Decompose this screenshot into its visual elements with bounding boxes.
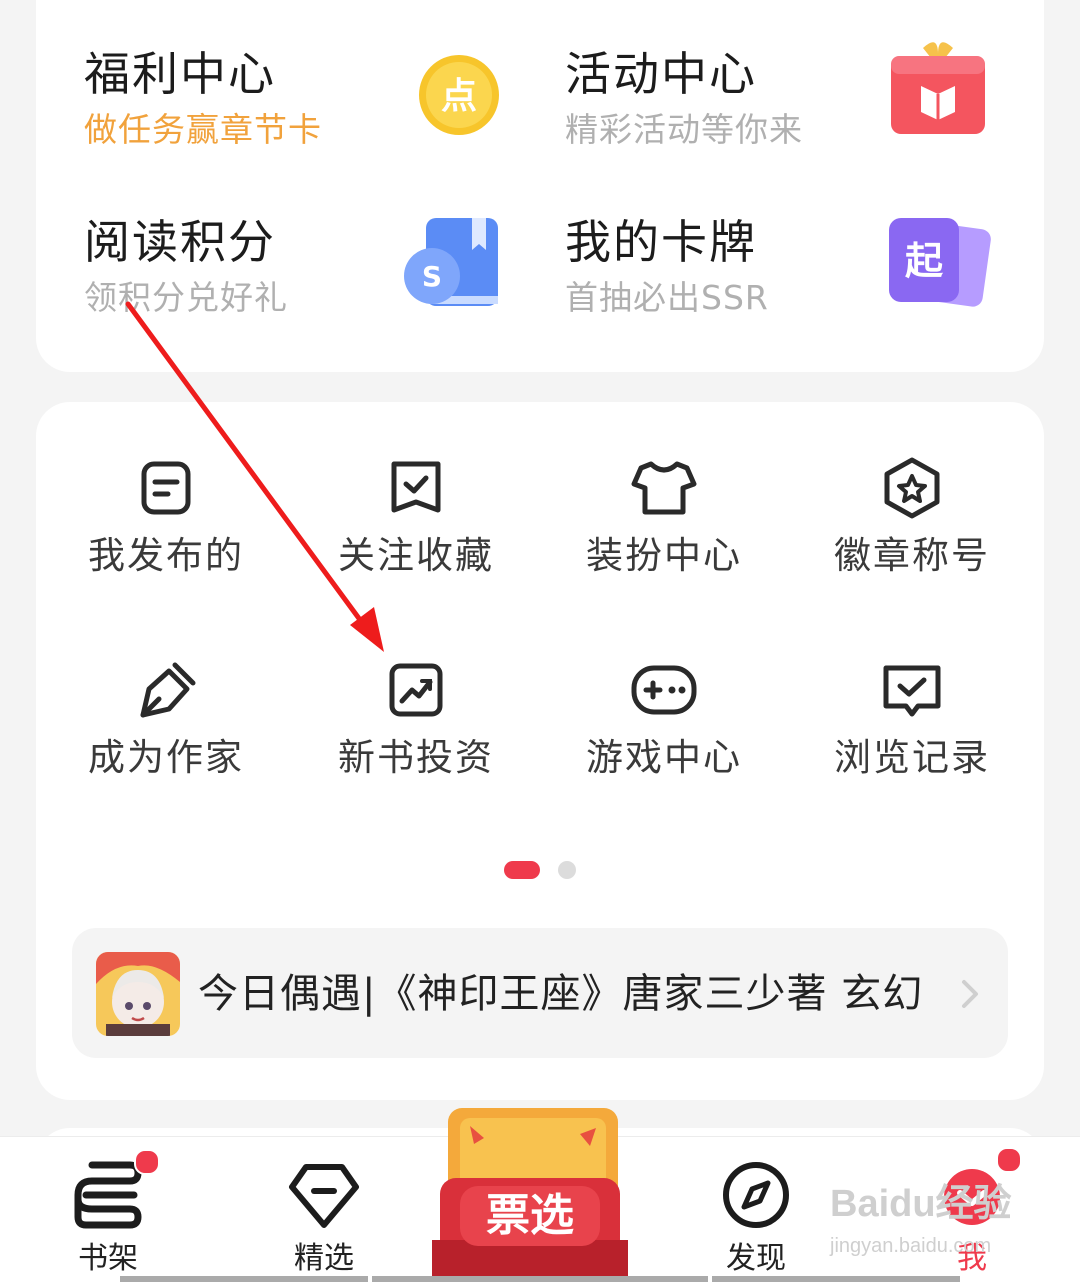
trend-chart-icon: [380, 654, 452, 726]
activity-center-entry[interactable]: 活动中心 精彩活动等你来: [565, 42, 1045, 164]
page-dot-active: [504, 861, 540, 879]
grid-label: 浏览记录: [834, 736, 990, 779]
card-glyph: 起: [905, 239, 944, 283]
bottom-edge-bar: [120, 1276, 368, 1282]
tab-label: 书架: [78, 1241, 138, 1276]
activity-center-title: 活动中心: [565, 47, 757, 101]
grid-item-badges[interactable]: 徽章称号: [792, 452, 1032, 592]
compass-icon: [723, 1162, 789, 1228]
grid-label: 关注收藏: [338, 534, 494, 577]
tab-label: 发现: [726, 1241, 786, 1276]
my-cards-title: 我的卡牌: [565, 215, 757, 269]
my-cards-subtitle: 首抽必出SSR: [565, 278, 769, 317]
baidu-watermark: Baidu经验 jingyan.baidu.com: [830, 1182, 1040, 1272]
grid-item-new-book-investment[interactable]: 新书投资: [296, 654, 536, 794]
page-dot: [558, 861, 576, 879]
grid-item-my-posts[interactable]: 我发布的: [46, 452, 286, 592]
grid-item-history[interactable]: 浏览记录: [792, 654, 1032, 794]
activity-center-subtitle: 精彩活动等你来: [565, 110, 803, 149]
bookshelf-badge: [134, 1149, 160, 1175]
grid-item-game-center[interactable]: 游戏中心: [544, 654, 784, 794]
coin-letter: S: [422, 260, 442, 293]
book-coin-icon: S: [404, 218, 498, 306]
grid-label: 徽章称号: [834, 534, 990, 577]
welfare-center-title: 福利中心: [84, 47, 276, 101]
anime-avatar: [96, 952, 180, 1036]
diamond-icon: [289, 1164, 359, 1228]
daily-recommendation-banner[interactable]: 今日偶遇|《神印王座》唐家三少著 玄幻: [72, 928, 1008, 1058]
my-cards-entry[interactable]: 我的卡牌 首抽必出SSR 起: [565, 212, 1045, 332]
grid-label: 装扮中心: [586, 534, 742, 577]
reading-points-entry[interactable]: 阅读积分 领积分兑好礼 S: [84, 212, 564, 332]
tab-discover[interactable]: 发现: [666, 1137, 846, 1283]
tab-featured[interactable]: 精选: [234, 1137, 414, 1283]
badge-star-icon: [876, 452, 948, 524]
grid-item-dressup[interactable]: 装扮中心: [544, 452, 784, 592]
grid-label: 新书投资: [338, 736, 494, 779]
page-indicator: [504, 861, 604, 881]
document-icon: [130, 452, 202, 524]
welfare-center-entry[interactable]: 福利中心 做任务赢章节卡 点: [84, 44, 564, 164]
grid-label: 游戏中心: [586, 736, 742, 779]
grid-label: 我发布的: [88, 534, 244, 577]
grid-item-favorites[interactable]: 关注收藏: [296, 452, 536, 592]
me-badge: [996, 1147, 1022, 1173]
grid-item-become-author[interactable]: 成为作家: [46, 654, 286, 794]
gold-coin-icon: 点: [419, 55, 499, 135]
bottom-edge-bar: [372, 1276, 708, 1282]
gamepad-icon: [628, 654, 700, 726]
bookmark-check-icon: [380, 452, 452, 524]
welfare-center-subtitle: 做任务赢章节卡: [84, 110, 322, 149]
promo-text: 票选: [486, 1190, 574, 1241]
chevron-right-icon: [962, 980, 978, 1008]
vote-promo-button[interactable]: 票选: [430, 1104, 630, 1282]
reading-points-title: 阅读积分: [84, 215, 276, 269]
tshirt-icon: [628, 452, 700, 524]
gift-box-icon: [891, 42, 985, 134]
watermark-main: Baidu经验: [830, 1183, 1012, 1225]
recommendation-text: 今日偶遇|《神印王座》唐家三少著 玄幻: [198, 971, 924, 1017]
pen-nib-icon: [130, 654, 202, 726]
bottom-edge-bar: [712, 1276, 960, 1282]
card-deck-icon: 起: [889, 218, 991, 307]
tab-label: 精选: [294, 1241, 354, 1276]
watermark-url: jingyan.baidu.com: [830, 1235, 992, 1257]
tab-bookshelf[interactable]: 书架: [18, 1137, 198, 1283]
reading-points-subtitle: 领积分兑好礼: [84, 278, 288, 317]
coin-glyph: 点: [441, 76, 477, 117]
grid-label: 成为作家: [88, 736, 244, 779]
history-book-icon: [876, 654, 948, 726]
